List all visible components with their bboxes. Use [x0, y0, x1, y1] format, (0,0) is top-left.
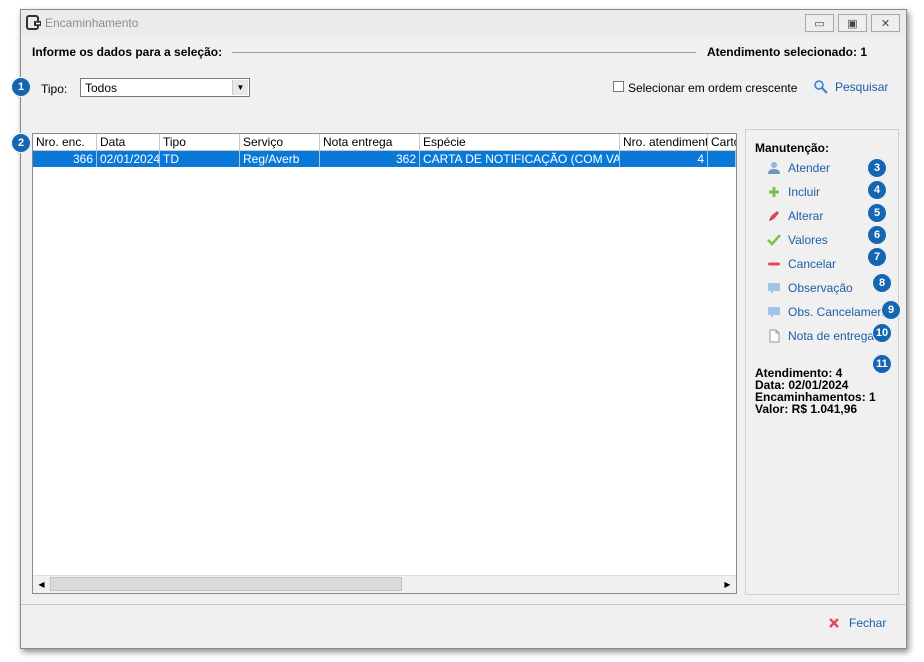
column-header[interactable]: Data — [97, 134, 160, 150]
cell-nro-atendimento: 4 — [620, 151, 708, 167]
footer-divider — [21, 604, 906, 605]
selection-instruction: Informe os dados para a seleção: — [32, 45, 223, 59]
badge-9: 9 — [881, 300, 901, 320]
close-icon: ✕ — [880, 17, 891, 30]
cell-nro-enc: 366 — [33, 151, 97, 167]
cell-data: 02/01/2024 — [97, 151, 160, 167]
chevron-down-icon[interactable]: ▼ — [232, 80, 248, 95]
close-x-icon — [827, 616, 841, 630]
horizontal-scrollbar[interactable]: ◀ ▶ — [33, 575, 736, 593]
pencil-icon — [766, 208, 782, 224]
fechar-button[interactable]: Fechar — [827, 616, 886, 630]
cell-cartorio — [708, 151, 736, 167]
badge-2: 2 — [11, 133, 31, 153]
title-bar: Encaminhamento ▭ ▣ ✕ — [21, 10, 906, 36]
minimize-icon: ▭ — [814, 17, 825, 30]
close-window-button[interactable]: ✕ — [871, 14, 900, 32]
app-icon — [26, 15, 42, 31]
atender-button[interactable]: Atender — [766, 160, 830, 176]
search-label: Pesquisar — [835, 80, 889, 94]
badge-8: 8 — [872, 273, 892, 293]
selected-count-label: Atendimento selecionado: 1 — [706, 45, 867, 59]
tipo-select[interactable]: Todos ▼ — [80, 78, 250, 97]
obs-cancelamento-button[interactable]: Obs. Cancelamento — [766, 304, 894, 320]
cell-tipo: TD — [160, 151, 240, 167]
comment-icon — [766, 304, 782, 320]
incluir-label: Incluir — [788, 185, 821, 199]
search-button[interactable]: Pesquisar — [813, 79, 888, 95]
column-header[interactable]: Cartó — [708, 134, 736, 150]
order-checkbox-label: Selecionar em ordem crescente — [628, 81, 798, 95]
document-icon — [766, 328, 782, 344]
column-header[interactable]: Tipo — [160, 134, 240, 150]
order-checkbox[interactable] — [613, 81, 624, 92]
badge-7: 7 — [867, 247, 887, 267]
column-header[interactable]: Nro. enc. — [33, 134, 97, 150]
check-icon — [766, 232, 782, 248]
table-row[interactable]: 366 02/01/2024 TD Reg/Averb 362 CARTA DE… — [33, 151, 736, 167]
alterar-label: Alterar — [788, 209, 824, 223]
observacao-label: Observação — [788, 281, 853, 295]
valores-label: Valores — [788, 233, 828, 247]
valores-button[interactable]: Valores — [766, 232, 828, 248]
badge-1: 1 — [11, 77, 31, 97]
badge-10: 10 — [872, 323, 892, 343]
header-divider — [232, 52, 696, 53]
nota-de-entrega-label: Nota de entrega — [788, 329, 875, 343]
user-icon — [766, 160, 782, 176]
column-header[interactable]: Espécie — [420, 134, 620, 150]
scroll-left-icon[interactable]: ◀ — [33, 576, 50, 592]
search-icon — [813, 79, 829, 95]
atender-label: Atender — [788, 161, 831, 175]
window-title: Encaminhamento — [45, 16, 139, 30]
cell-nota-entrega: 362 — [320, 151, 420, 167]
badge-3: 3 — [867, 158, 887, 178]
cell-especie: CARTA DE NOTIFICAÇÃO (COM VAL... — [420, 151, 620, 167]
column-header[interactable]: Nota entrega — [320, 134, 420, 150]
nota-de-entrega-button[interactable]: Nota de entrega — [766, 328, 874, 344]
info-valor: Valor: R$ 1.041,96 — [755, 402, 858, 416]
incluir-button[interactable]: Incluir — [766, 184, 820, 200]
badge-11: 11 — [872, 354, 892, 374]
minus-icon — [766, 256, 782, 272]
scroll-thumb[interactable] — [50, 577, 402, 591]
badge-6: 6 — [867, 225, 887, 245]
plus-icon — [766, 184, 782, 200]
encaminhamento-window: Encaminhamento ▭ ▣ ✕ Informe os dados pa… — [11, 9, 907, 649]
badge-5: 5 — [867, 203, 887, 223]
minimize-button[interactable]: ▭ — [805, 14, 834, 32]
tipo-select-value: Todos — [85, 81, 118, 95]
column-header[interactable]: Nro. atendimento — [620, 134, 708, 150]
badge-4: 4 — [867, 180, 887, 200]
obs-cancelamento-label: Obs. Cancelamento — [788, 305, 895, 319]
observacao-button[interactable]: Observação — [766, 280, 853, 296]
tipo-label: Tipo: — [41, 82, 68, 96]
cancelar-label: Cancelar — [788, 257, 837, 271]
maintenance-title: Manutenção: — [755, 141, 830, 155]
scroll-right-icon[interactable]: ▶ — [719, 576, 736, 592]
column-header[interactable]: Serviço — [240, 134, 320, 150]
results-grid[interactable]: Nro. enc. Data Tipo Serviço Nota entrega… — [32, 133, 737, 594]
fechar-label: Fechar — [849, 616, 887, 630]
maximize-icon: ▣ — [847, 17, 858, 30]
grid-header: Nro. enc. Data Tipo Serviço Nota entrega… — [33, 134, 736, 151]
comment-icon — [766, 280, 782, 296]
cell-servico: Reg/Averb — [240, 151, 320, 167]
maximize-button[interactable]: ▣ — [838, 14, 867, 32]
cancelar-button[interactable]: Cancelar — [766, 256, 836, 272]
alterar-button[interactable]: Alterar — [766, 208, 823, 224]
